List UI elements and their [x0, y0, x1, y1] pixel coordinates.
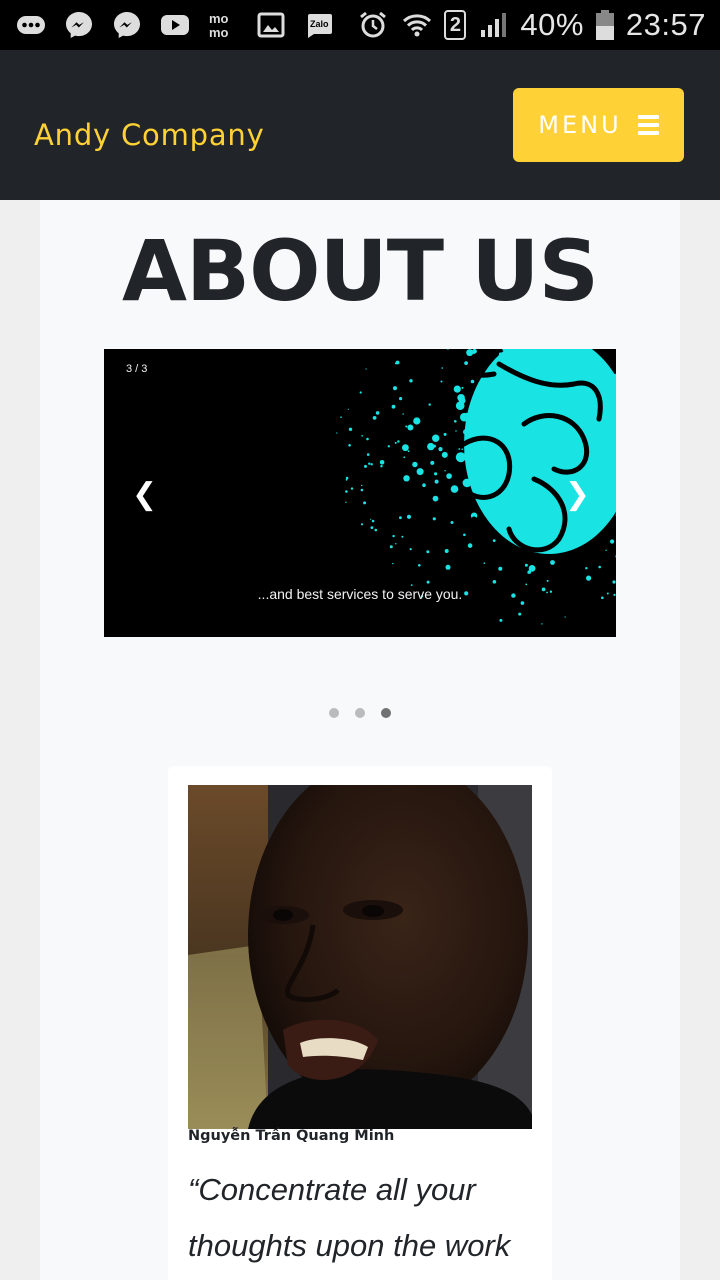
messenger-icon	[62, 10, 96, 40]
clock: 23:57	[625, 7, 706, 42]
slide-dot[interactable]	[329, 708, 339, 718]
slide-dot[interactable]	[381, 708, 391, 718]
battery-icon	[594, 10, 616, 40]
member-name: Nguyễn Trần Quang Minh	[188, 1128, 395, 1144]
next-slide-button[interactable]: ❯	[565, 477, 590, 512]
momo-icon: mo mo	[206, 10, 240, 40]
system-icons: 2 40% 23:57	[356, 7, 706, 43]
wifi-icon	[400, 10, 434, 40]
alarm-icon	[356, 10, 390, 40]
svg-text:Zalo: Zalo	[310, 19, 329, 29]
member-quote: “Concentrate all your thoughts upon the …	[188, 1172, 511, 1263]
slide-caption: ...and best services to serve you.	[257, 586, 463, 602]
slide-dots	[40, 708, 680, 718]
menu-label: MENU	[538, 111, 622, 139]
brand-logo[interactable]: Andy Company	[34, 118, 265, 152]
slide-counter: 3 / 3	[126, 363, 148, 375]
member-photo	[188, 785, 532, 1129]
bars-icon	[637, 115, 659, 135]
svg-text:mo: mo	[209, 11, 229, 26]
menu-button[interactable]: MENU	[513, 88, 684, 162]
svg-text:mo: mo	[209, 25, 229, 40]
sim-icon: 2	[444, 10, 467, 40]
more-icon	[14, 10, 48, 40]
youtube-icon	[158, 10, 192, 40]
notification-icons: mo mo Zalo	[14, 9, 336, 41]
about-section: ABOUT US 3 / 3 ...and best services to s…	[40, 200, 680, 1280]
gallery-icon	[254, 10, 288, 40]
slideshow: 3 / 3 ...and best services to serve you.…	[104, 349, 616, 637]
battery-percent: 40%	[520, 7, 584, 42]
slide-dot[interactable]	[355, 708, 365, 718]
navbar: Andy Company MENU	[0, 50, 720, 200]
signal-icon	[476, 10, 510, 40]
team-member-card: Nguyễn Trần Quang Minh “Concentrate all …	[168, 766, 552, 1280]
zalo-icon: Zalo	[302, 10, 336, 40]
status-bar: mo mo Zalo 2 40% 23:57	[0, 0, 720, 50]
messenger-icon	[110, 10, 144, 40]
page-title: ABOUT US	[122, 222, 599, 320]
prev-slide-button[interactable]: ❮	[132, 477, 157, 512]
